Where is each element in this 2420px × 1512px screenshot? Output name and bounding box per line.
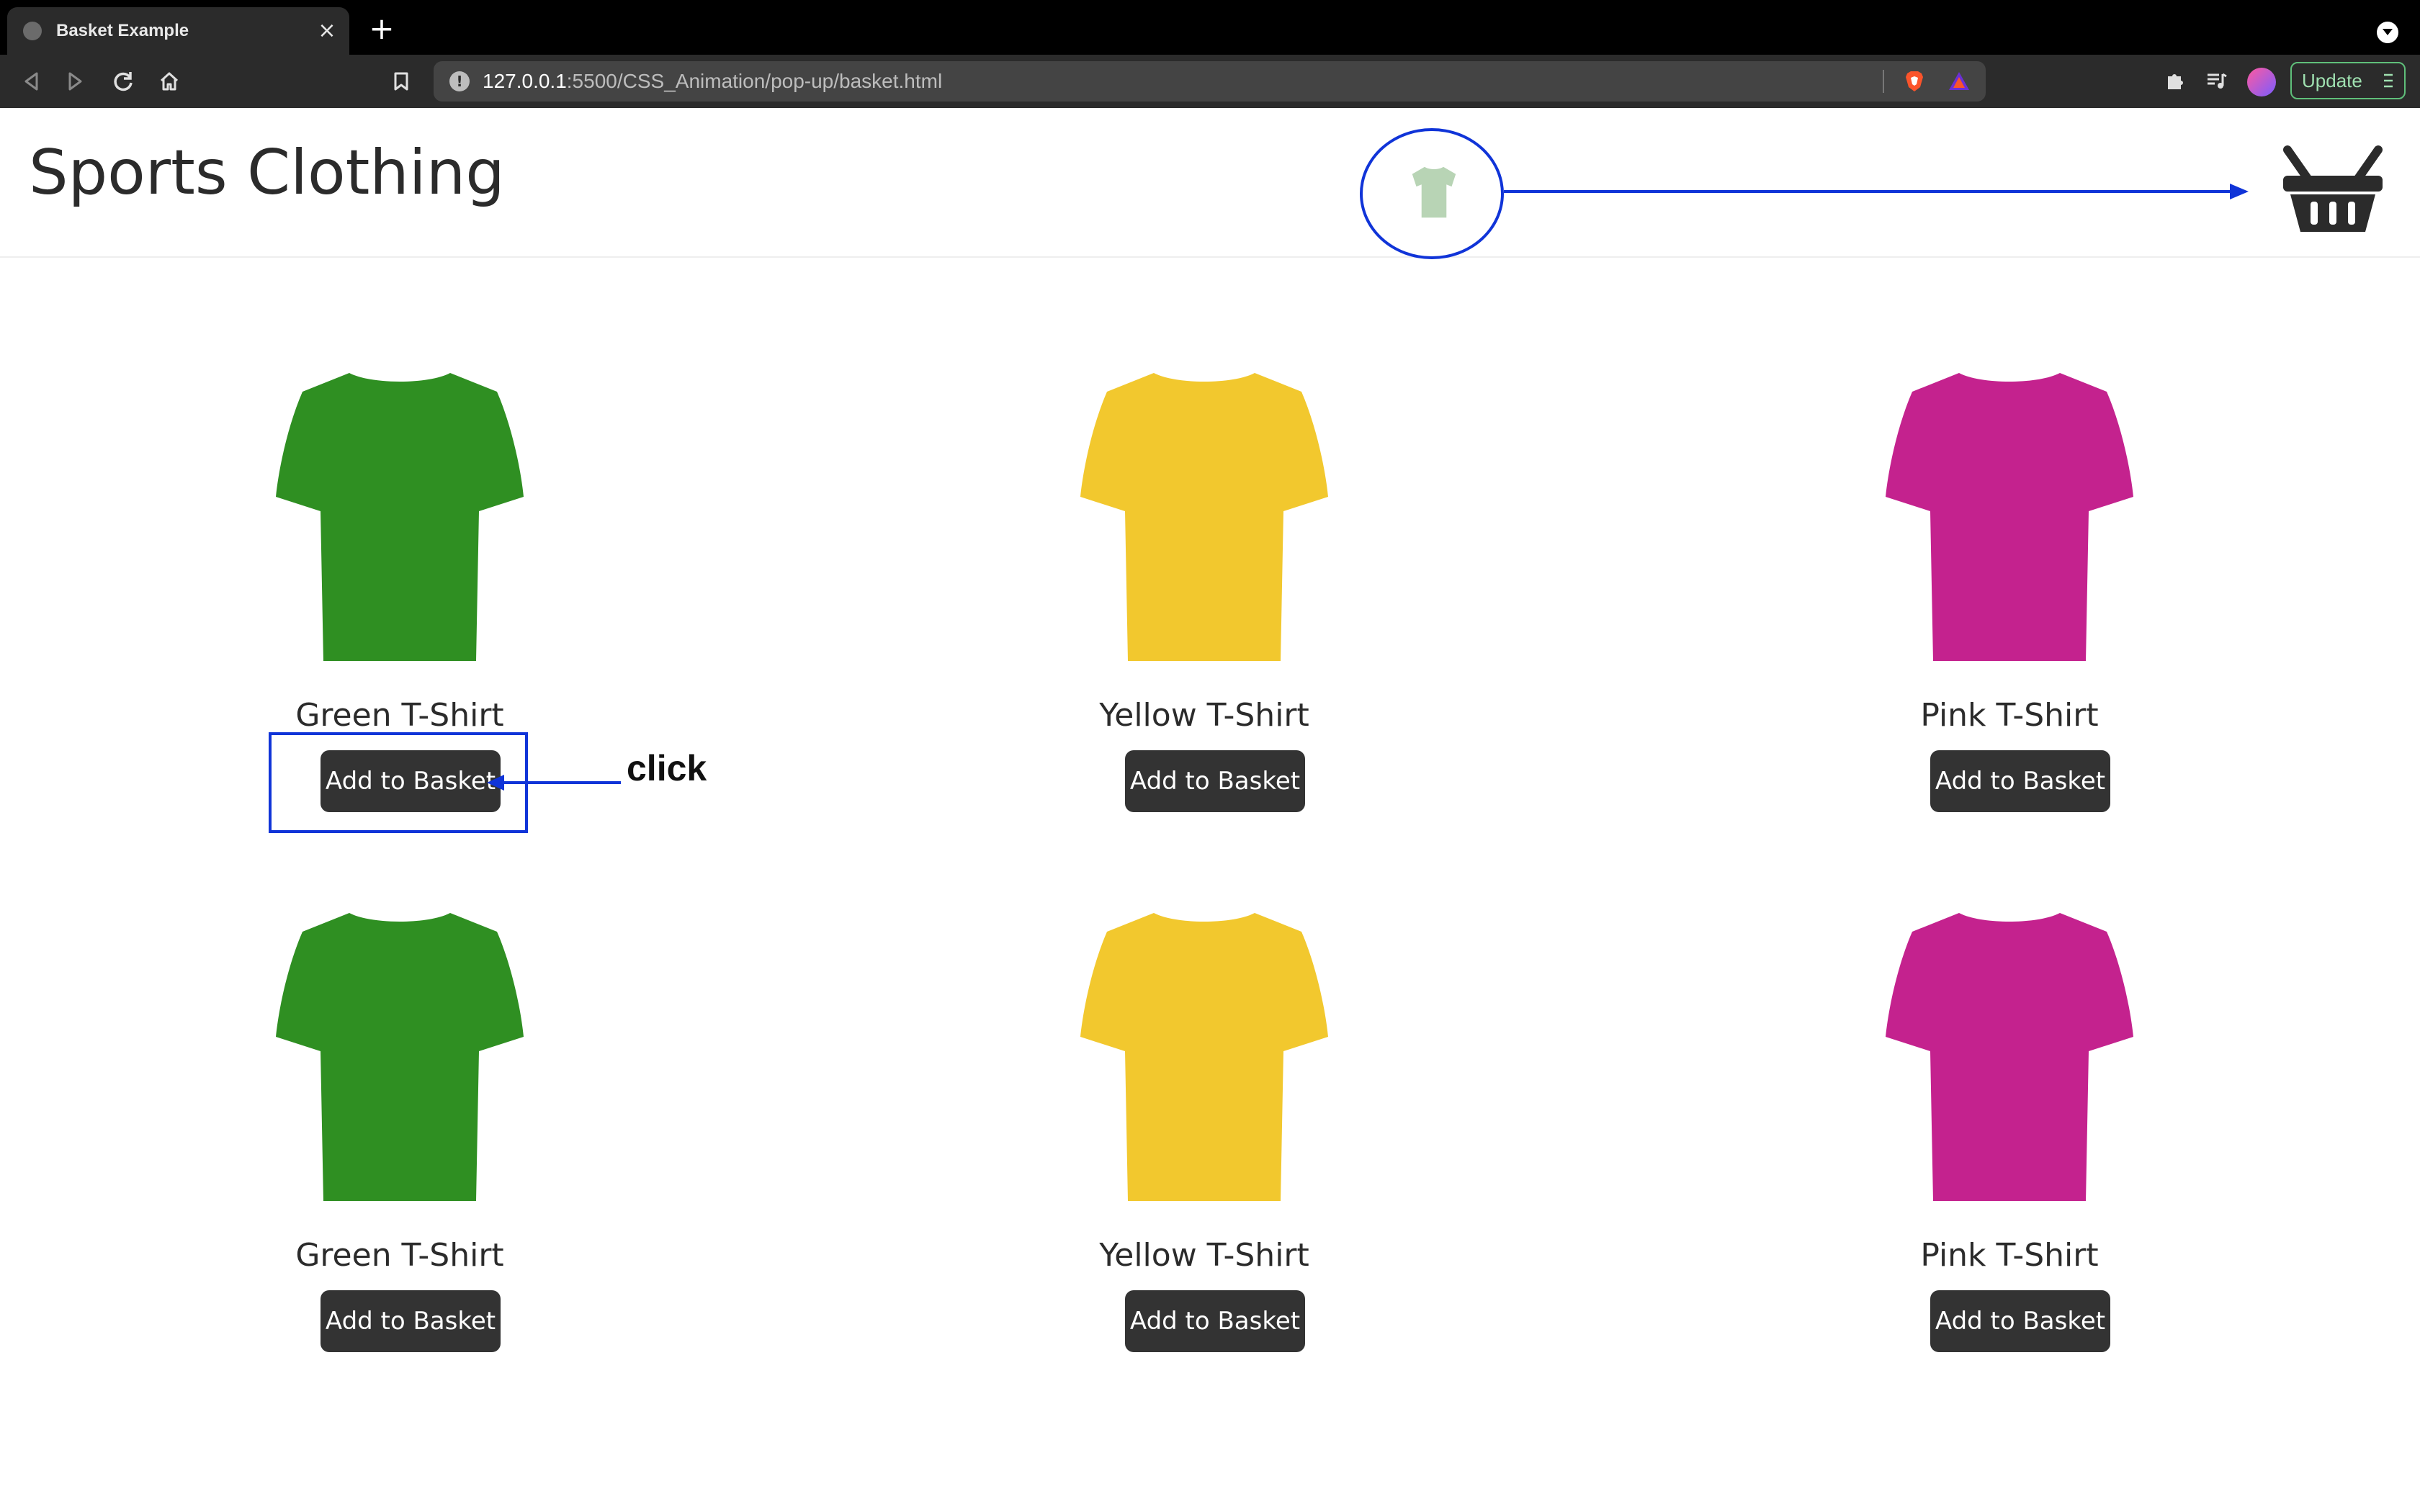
product-name: Yellow T-Shirt — [1099, 1237, 1309, 1274]
green-tshirt-image — [276, 913, 524, 1201]
page: Sports Clothing Green T-Shirt Add to Bas… — [0, 108, 2420, 1512]
tab-title: Basket Example — [56, 21, 189, 40]
globe-icon — [23, 22, 42, 40]
browser-chrome: Basket Example × + ! 127.0.0.1:5500/CSS_… — [0, 0, 2420, 108]
address-bar[interactable]: ! 127.0.0.1:5500/CSS_Animation/pop-up/ba… — [434, 61, 1986, 102]
product-card: Pink T-Shirt Add to Basket — [1837, 360, 2182, 821]
product-card: Green T-Shirt Add to Basket — [227, 900, 573, 1361]
bookmark-icon[interactable] — [386, 66, 416, 96]
product-name: Green T-Shirt — [295, 697, 504, 734]
product-name: Yellow T-Shirt — [1099, 697, 1309, 734]
reload-icon[interactable] — [108, 66, 138, 96]
annotation-arrow — [487, 775, 621, 791]
page-title: Sports Clothing — [29, 137, 505, 209]
tab-bar: Basket Example × + — [0, 0, 2420, 55]
pink-tshirt-image — [1886, 373, 2133, 661]
puzzle-icon[interactable] — [2161, 66, 2190, 95]
url-path: :5500/CSS_Animation/pop-up/basket.html — [566, 70, 943, 92]
brave-rewards-icon[interactable] — [1948, 70, 1971, 93]
forward-arrow-icon[interactable] — [60, 66, 91, 96]
add-to-basket-button[interactable]: Add to Basket — [1125, 1290, 1305, 1352]
brave-shields-icon[interactable] — [1903, 70, 1926, 93]
annotation-arrow — [1504, 184, 2249, 199]
product-card: Yellow T-Shirt Add to Basket — [1031, 360, 1377, 821]
browser-tab[interactable]: Basket Example × — [7, 7, 349, 55]
tab-search-icon[interactable] — [2377, 22, 2398, 43]
product-name: Green T-Shirt — [295, 1237, 504, 1274]
back-arrow-icon[interactable] — [16, 66, 46, 96]
basket-icon[interactable] — [2282, 145, 2384, 235]
add-to-basket-button[interactable]: Add to Basket — [1930, 750, 2110, 812]
add-to-basket-button[interactable]: Add to Basket — [1930, 1290, 2110, 1352]
product-name: Pink T-Shirt — [1920, 1237, 2099, 1274]
annotation-label: click — [627, 748, 707, 788]
yellow-tshirt-image — [1080, 913, 1328, 1201]
url-host: 127.0.0.1 — [483, 70, 567, 92]
add-to-basket-button[interactable]: Add to Basket — [1125, 750, 1305, 812]
update-label: Update — [2302, 69, 2362, 91]
profile-avatar[interactable] — [2247, 68, 2276, 96]
menu-icon — [2384, 73, 2393, 88]
site-header: Sports Clothing — [0, 108, 2420, 259]
home-icon[interactable] — [154, 66, 184, 96]
flying-tshirt-icon — [1412, 166, 1456, 218]
pink-tshirt-image — [1886, 913, 2133, 1201]
address-divider — [1883, 70, 1884, 93]
site-info-icon[interactable]: ! — [449, 71, 470, 91]
new-tab-button[interactable]: + — [367, 14, 396, 44]
url-text: 127.0.0.1:5500/CSS_Animation/pop-up/bask… — [483, 70, 942, 93]
product-name: Pink T-Shirt — [1920, 697, 2099, 734]
product-card: Pink T-Shirt Add to Basket — [1837, 900, 2182, 1361]
green-tshirt-image — [276, 373, 524, 661]
playlist-icon[interactable] — [2202, 66, 2231, 95]
close-icon[interactable]: × — [316, 20, 338, 42]
add-to-basket-button[interactable]: Add to Basket — [321, 1290, 501, 1352]
product-card: Yellow T-Shirt Add to Basket — [1031, 900, 1377, 1361]
yellow-tshirt-image — [1080, 373, 1328, 661]
update-button[interactable]: Update — [2290, 62, 2406, 99]
browser-toolbar: ! 127.0.0.1:5500/CSS_Animation/pop-up/ba… — [0, 55, 2420, 108]
